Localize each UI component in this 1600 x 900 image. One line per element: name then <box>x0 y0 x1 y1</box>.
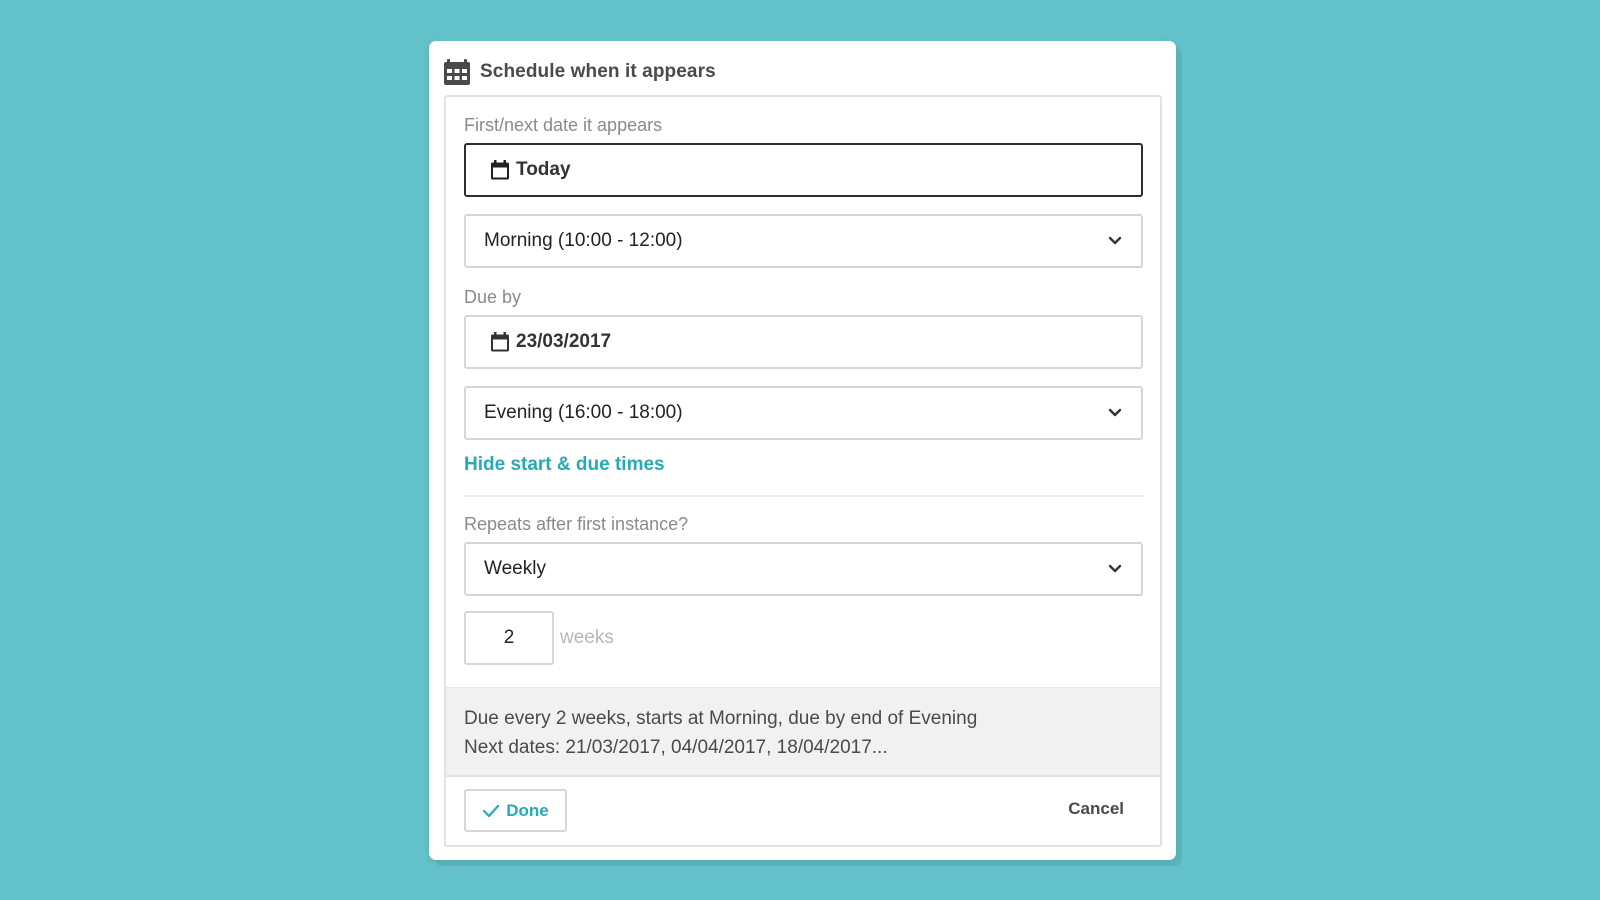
checkmark-icon <box>482 804 500 818</box>
hide-times-link[interactable]: Hide start & due times <box>464 454 665 476</box>
done-label: Done <box>506 800 549 820</box>
start-time-value: Morning (10:00 - 12:00) <box>484 230 683 251</box>
chevron-down-icon <box>1107 233 1123 249</box>
calendar-icon <box>490 160 510 180</box>
repeat-interval-input[interactable]: 2 <box>464 611 554 665</box>
calendar-icon <box>490 332 510 352</box>
schedule-form-panel: First/next date it appears Today Morning… <box>444 95 1162 847</box>
repeat-frequency-value: Weekly <box>484 558 546 579</box>
first-date-input[interactable]: Today <box>464 143 1143 197</box>
summary-next-dates: Next dates: 21/03/2017, 04/04/2017, 18/0… <box>464 737 888 758</box>
dialog-header: Schedule when it appears <box>444 57 716 87</box>
due-date-input[interactable]: 23/03/2017 <box>464 315 1143 369</box>
first-date-value: Today <box>516 159 571 180</box>
done-button[interactable]: Done <box>464 789 567 832</box>
dialog-title: Schedule when it appears <box>480 61 716 82</box>
repeat-frequency-select[interactable]: Weekly <box>464 542 1143 596</box>
dialog-footer: Done Cancel <box>446 777 1160 845</box>
calendar-grid-icon <box>444 59 470 85</box>
schedule-dialog: Schedule when it appears First/next date… <box>429 41 1176 860</box>
schedule-summary: Due every 2 weeks, starts at Morning, du… <box>446 687 1160 777</box>
chevron-down-icon <box>1107 405 1123 421</box>
due-time-value: Evening (16:00 - 18:00) <box>484 402 683 423</box>
due-time-select[interactable]: Evening (16:00 - 18:00) <box>464 386 1143 440</box>
cancel-button[interactable]: Cancel <box>1068 799 1124 819</box>
chevron-down-icon <box>1107 561 1123 577</box>
summary-description: Due every 2 weeks, starts at Morning, du… <box>464 708 978 729</box>
first-date-label: First/next date it appears <box>464 115 663 135</box>
section-divider <box>464 495 1143 497</box>
start-time-select[interactable]: Morning (10:00 - 12:00) <box>464 214 1143 268</box>
due-date-value: 23/03/2017 <box>516 331 612 352</box>
repeat-label: Repeats after first instance? <box>464 514 689 534</box>
repeat-interval-unit: weeks <box>560 627 614 648</box>
due-date-label: Due by <box>464 287 522 307</box>
